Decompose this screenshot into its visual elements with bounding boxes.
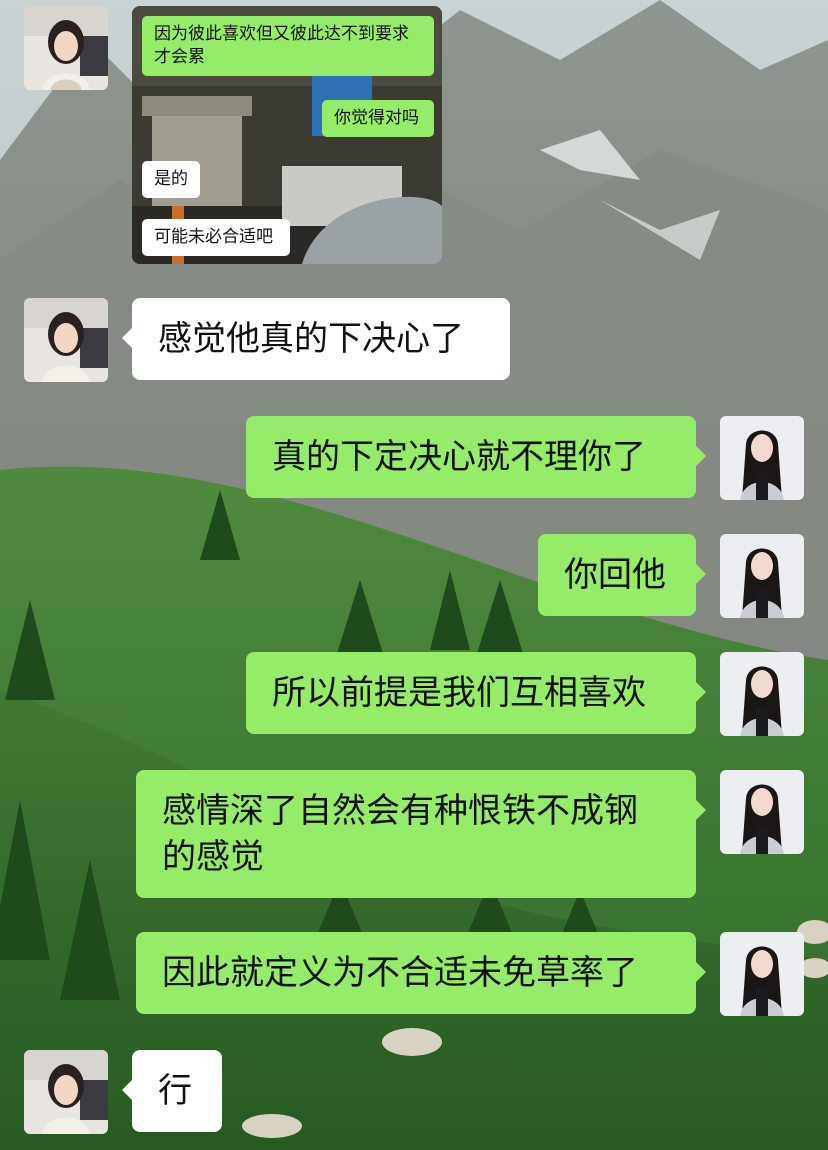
screenshot-message: 因为彼此喜欢但又彼此达不到要求才会累 — [142, 16, 434, 76]
sent-message-bubble[interactable]: 所以前提是我们互相喜欢 — [246, 652, 706, 734]
woman-avatar[interactable] — [24, 1050, 108, 1134]
self-avatar[interactable] — [720, 416, 804, 500]
sent-message-bubble[interactable]: 真的下定决心就不理你了 — [246, 416, 706, 498]
self-avatar[interactable] — [720, 932, 804, 1016]
self-avatar[interactable] — [720, 652, 804, 736]
screenshot-message: 你觉得对吗 — [322, 100, 434, 137]
screenshot-message: 是的 — [142, 161, 200, 198]
sent-message-bubble[interactable]: 因此就定义为不合适未免草率了 — [136, 932, 706, 1014]
sent-message-bubble[interactable]: 你回他 — [538, 534, 706, 616]
self-avatar[interactable] — [720, 770, 804, 854]
self-avatar[interactable] — [720, 534, 804, 618]
woman-avatar[interactable] — [24, 298, 108, 382]
screenshot-message: 可能未必合适吧 — [142, 219, 290, 256]
forwarded-chat-screenshot[interactable]: 因为彼此喜欢但又彼此达不到要求才会累 你觉得对吗 是的 可能未必合适吧 — [132, 6, 442, 264]
received-message-bubble[interactable]: 感觉他真的下决心了 — [122, 298, 510, 380]
woman-avatar[interactable] — [24, 6, 108, 90]
received-message-bubble[interactable]: 行 — [122, 1050, 222, 1132]
sent-message-bubble[interactable]: 感情深了自然会有种恨铁不成钢的感觉 — [136, 770, 706, 898]
